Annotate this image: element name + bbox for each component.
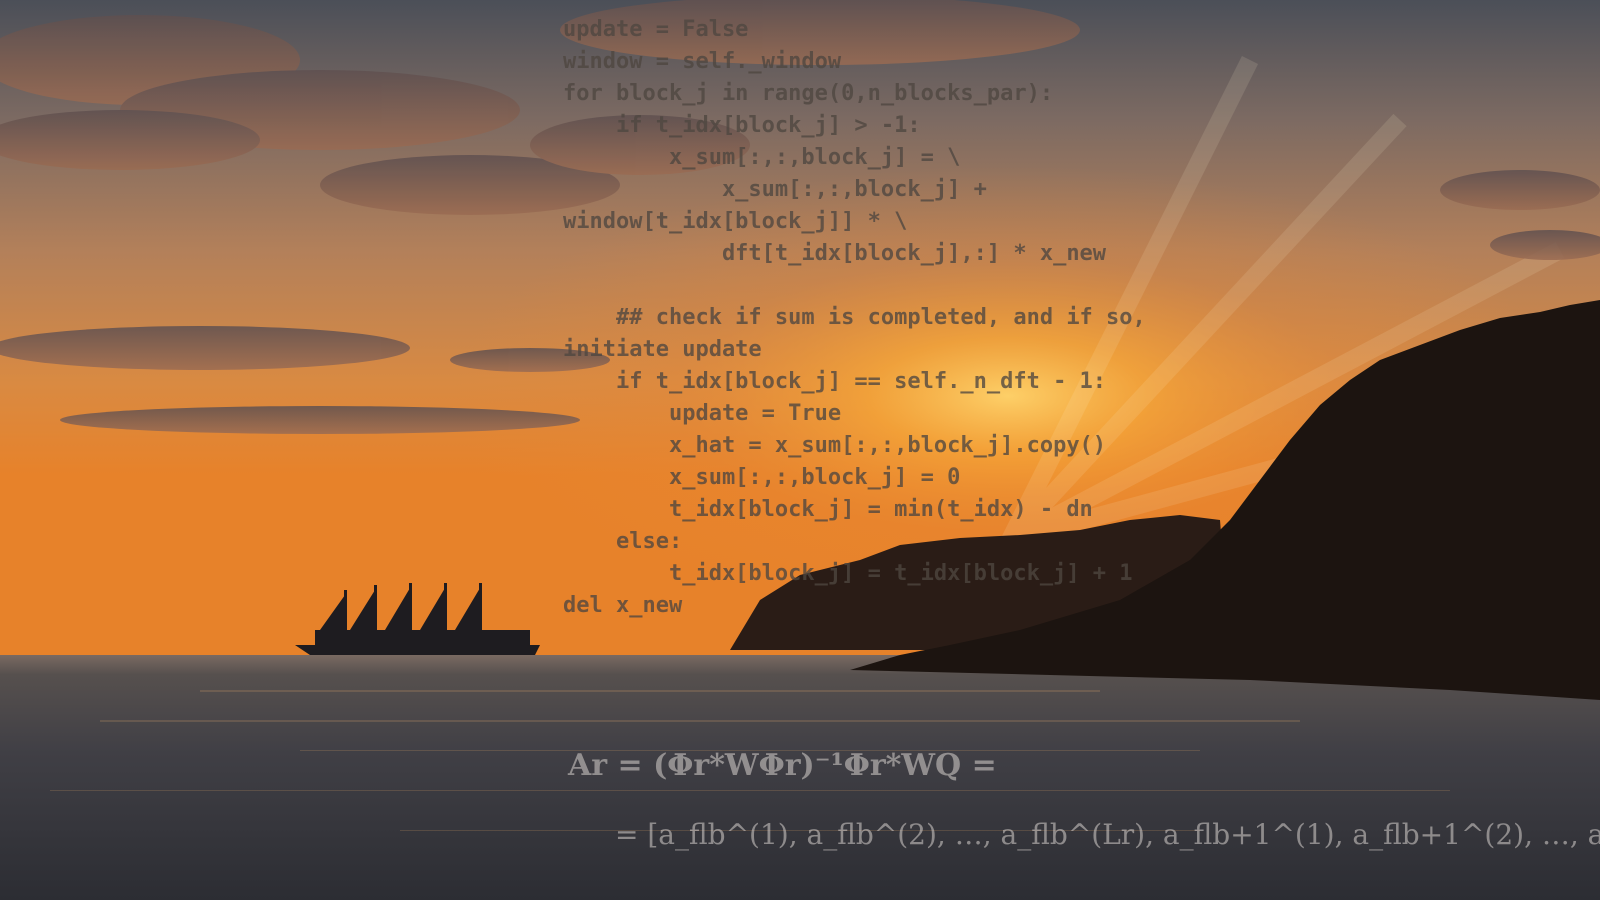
code-line: del x_new — [563, 593, 683, 618]
code-line: update = False — [563, 17, 749, 42]
equation-line-2: = [a_flb^(1), a_flb^(2), …, a_flb^(Lr), … — [615, 818, 1600, 851]
code-line: initiate update — [563, 337, 762, 362]
equation-line-1: Ar = (Φr*WΦr)⁻¹Φr*WQ = — [568, 748, 997, 783]
code-line: x_hat = x_sum[:,:,block_j].copy() — [563, 433, 1107, 458]
code-line: else: — [563, 529, 683, 554]
code-line: dft[t_idx[block_j],:] * x_new — [563, 241, 1107, 266]
code-line: if t_idx[block_j] > -1: — [563, 113, 921, 138]
code-line: update = True — [563, 401, 842, 426]
code-line: x_sum[:,:,block_j] + — [563, 177, 987, 202]
code-line: x_sum[:,:,block_j] = 0 — [563, 465, 961, 490]
code-line: ## check if sum is completed, and if so, — [563, 305, 1146, 330]
code-line: t_idx[block_j] = min(t_idx) - dn — [563, 497, 1093, 522]
code-line: window = self._window — [563, 49, 842, 74]
code-line: t_idx[block_j] = t_idx[block_j] + 1 — [563, 561, 1133, 586]
code-line: if t_idx[block_j] == self._n_dft - 1: — [563, 369, 1107, 394]
sunset-scene: update = False window = self._windowfor b… — [0, 0, 1600, 900]
code-line: window[t_idx[block_j]] * \ — [563, 209, 908, 234]
code-line: for block_j in range(0,n_blocks_par): — [563, 81, 1054, 106]
code-overlay: update = False window = self._windowfor b… — [563, 14, 1146, 622]
code-line: x_sum[:,:,block_j] = \ — [563, 145, 961, 170]
